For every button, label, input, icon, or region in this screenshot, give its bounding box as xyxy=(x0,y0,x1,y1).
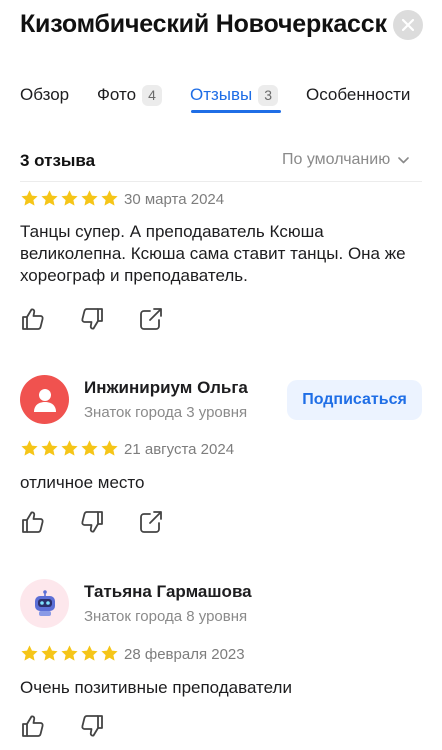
star-icon xyxy=(101,645,118,661)
like-button[interactable] xyxy=(20,713,46,739)
star-icon xyxy=(21,440,38,456)
tab-features[interactable]: Особенности xyxy=(306,80,410,110)
close-icon xyxy=(402,19,414,31)
star-icon xyxy=(41,190,58,206)
rating-stars xyxy=(20,189,120,208)
sort-dropdown[interactable]: По умолчанию xyxy=(282,151,410,169)
star-icon xyxy=(101,440,118,456)
author-name[interactable]: Инжинириум Ольга xyxy=(84,378,248,398)
tab-photos[interactable]: Фото 4 xyxy=(97,80,162,110)
star-icon xyxy=(61,440,78,456)
author-level: Знаток города 8 уровня xyxy=(84,608,248,625)
dislike-button[interactable] xyxy=(79,306,105,332)
star-icon xyxy=(21,645,38,661)
thumbs-up-icon xyxy=(20,713,46,739)
author-level: Знаток города 3 уровня xyxy=(84,404,248,421)
tab-label: Обзор xyxy=(20,85,70,104)
tab-count-badge: 4 xyxy=(142,84,162,106)
star-icon xyxy=(81,645,98,661)
rating-stars xyxy=(20,644,120,663)
review-text: отличное место xyxy=(20,473,145,492)
rating-stars xyxy=(20,439,120,458)
divider xyxy=(20,181,422,182)
review-date: 21 августа 2024 xyxy=(124,441,235,458)
tab-label: Отзывы xyxy=(190,85,253,104)
share-button[interactable] xyxy=(138,509,164,535)
review-date: 28 февраля 2023 xyxy=(124,646,245,663)
tab-label: Особенности xyxy=(306,85,411,104)
subscribe-button[interactable]: Подписаться xyxy=(287,380,422,420)
review-date: 30 марта 2024 xyxy=(124,191,225,208)
page-title: Кизомбический Новочеркасск xyxy=(20,10,387,38)
tab-overview[interactable]: Обзор xyxy=(20,80,69,110)
star-icon xyxy=(81,440,98,456)
reviews-toolbar: 3 отзыва По умолчанию xyxy=(0,144,442,176)
close-button[interactable] xyxy=(393,10,423,40)
dislike-button[interactable] xyxy=(79,509,105,535)
share-icon xyxy=(138,306,164,332)
thumbs-up-icon xyxy=(20,509,46,535)
star-icon xyxy=(61,190,78,206)
review-text: Танцы супер. А преподаватель Ксюша велик… xyxy=(20,222,406,285)
person-icon xyxy=(33,388,56,412)
header: Кизомбический Новочеркасск xyxy=(0,0,442,60)
star-icon xyxy=(41,440,58,456)
star-icon xyxy=(101,190,118,206)
star-icon xyxy=(61,645,78,661)
tab-count-badge: 3 xyxy=(258,84,279,106)
star-icon xyxy=(41,645,58,661)
star-icon xyxy=(81,190,98,206)
avatar[interactable] xyxy=(20,375,69,424)
tab-label: Фото xyxy=(97,85,137,104)
review-text: Очень позитивные преподаватели xyxy=(20,678,292,697)
share-button[interactable] xyxy=(138,306,164,332)
avatar[interactable] xyxy=(20,579,69,628)
thumbs-down-icon xyxy=(79,509,105,535)
sort-label: По умолчанию xyxy=(282,151,391,168)
thumbs-up-icon xyxy=(20,306,46,332)
chevron-down-icon xyxy=(398,156,410,163)
star-icon xyxy=(21,190,38,206)
active-tab-indicator xyxy=(191,110,281,113)
like-button[interactable] xyxy=(20,306,46,332)
author-name[interactable]: Татьяна Гармашова xyxy=(84,582,252,602)
like-button[interactable] xyxy=(20,509,46,535)
dislike-button[interactable] xyxy=(79,713,105,739)
thumbs-down-icon xyxy=(79,713,105,739)
share-icon xyxy=(138,509,164,535)
thumbs-down-icon xyxy=(79,306,105,332)
reviews-count: 3 отзыва xyxy=(20,151,96,170)
robot-icon xyxy=(34,589,55,616)
tab-reviews[interactable]: Отзывы 3 xyxy=(190,80,279,110)
